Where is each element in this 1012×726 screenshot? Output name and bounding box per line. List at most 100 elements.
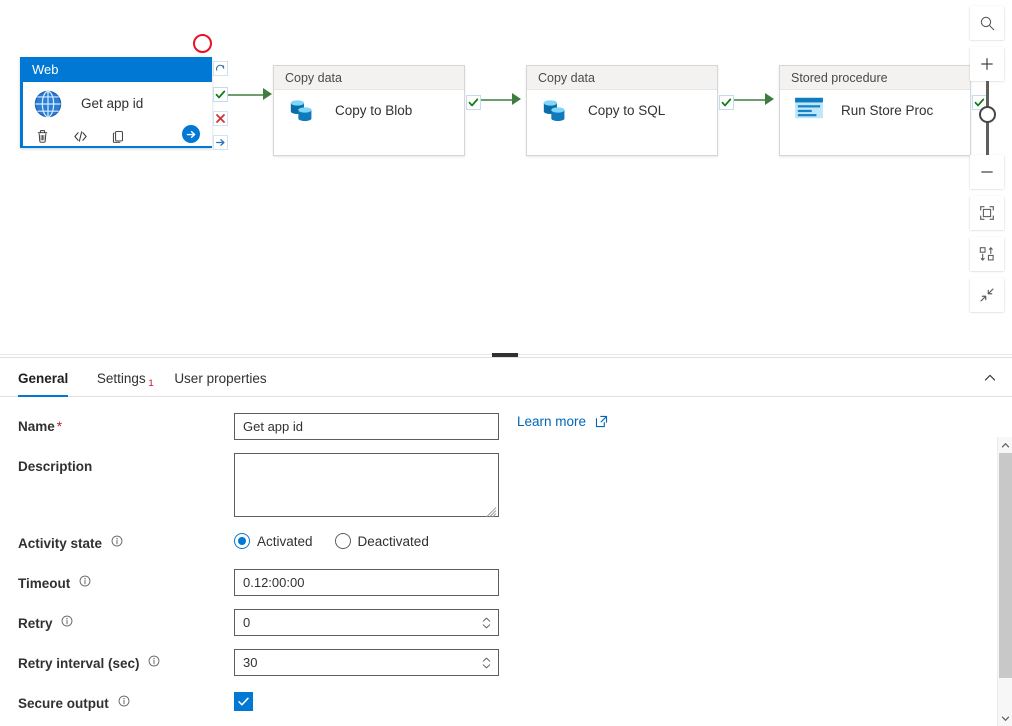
activity-card-run-store-proc[interactable]: Stored procedure Run Store Proc [779,65,971,156]
general-tab-form: Name* Learn more [0,397,1012,726]
stored-procedure-icon [793,95,827,125]
anchor-success[interactable] [466,95,481,110]
info-icon[interactable] [61,615,73,627]
radio-activated[interactable]: Activated [234,533,313,549]
field-row-activity-state: Activity state Activated Deactivated [0,529,1012,569]
timeout-label: Timeout [18,569,234,591]
copy-data-icon [540,95,574,125]
retry-label: Retry [18,609,234,631]
zoom-slider[interactable] [970,81,1004,155]
scrollbar-thumb[interactable] [999,453,1012,678]
activity-name: Get app id [81,96,144,111]
timeout-input[interactable] [234,569,499,596]
fit-to-screen-button[interactable] [970,196,1004,230]
activity-type-label: Copy data [274,66,464,90]
zoom-in-button[interactable] [970,47,1004,81]
field-row-description: Description [0,453,1012,529]
delete-icon[interactable] [34,128,51,145]
canvas-toolbar [970,6,1004,319]
retry-label-text: Retry [18,616,53,631]
retry-interval-label: Retry interval (sec) [18,649,234,671]
radio-deactivated-indicator [334,533,351,549]
connector-arrow-2 [512,93,521,105]
connector-arrow-3 [765,93,774,105]
activity-card-copy-to-blob[interactable]: Copy data Copy to Blob [273,65,465,156]
tab-settings[interactable]: Settings 1 [96,358,154,397]
anchor-success[interactable] [719,95,734,110]
tab-settings-label: Settings [96,371,146,386]
activity-properties-panel: General Settings 1 User properties Name * [0,358,1012,726]
description-control [234,453,499,520]
name-label: Name * [18,413,234,434]
activity-body: Get app id [20,82,212,125]
open-activity-button[interactable] [182,125,200,143]
anchor-completion[interactable] [213,135,228,150]
auto-align-button[interactable] [970,237,1004,271]
zoom-control-group [970,47,1004,189]
tab-general-label: General [18,371,69,386]
clone-icon[interactable] [110,128,127,145]
field-row-timeout: Timeout [0,569,1012,609]
external-link-icon [595,415,608,431]
properties-scrollbar[interactable] [997,437,1012,726]
radio-deactivated-label: Deactivated [357,533,429,549]
secure-output-label: Secure output [18,689,234,711]
info-icon[interactable] [111,535,123,547]
retry-stepper[interactable] [480,613,493,633]
required-marker: * [56,419,63,434]
anchor-success[interactable] [213,87,228,102]
chevron-up-icon[interactable] [980,368,1000,388]
activity-body: Run Store Proc [780,90,970,130]
field-row-retry: Retry [0,609,1012,649]
retry-interval-control [234,649,499,676]
radio-deactivated[interactable]: Deactivated [334,533,429,549]
pipeline-canvas[interactable]: Web Get app id Copy data Copy to Blob Co… [0,0,1012,351]
field-row-secure-output: Secure output [0,689,1012,726]
retry-input[interactable] [234,609,499,636]
info-icon[interactable] [118,695,130,707]
connector-line-1 [228,94,266,96]
connector-line-3 [734,99,767,101]
secure-output-control [234,689,253,711]
timeout-label-text: Timeout [18,576,71,591]
copy-data-icon [287,95,321,125]
properties-tabbar: General Settings 1 User properties [0,358,1012,397]
activity-name: Run Store Proc [841,102,934,118]
name-input[interactable] [234,413,499,440]
panel-splitter[interactable] [0,351,1012,358]
tab-user-properties[interactable]: User properties [174,358,266,397]
retry-interval-input[interactable] [234,649,499,676]
activity-state-label: Activity state [18,529,234,551]
activity-card-copy-to-sql[interactable]: Copy data Copy to SQL [526,65,718,156]
info-icon[interactable] [148,655,160,667]
activity-body: Copy to Blob [274,90,464,130]
name-control: Learn more [234,413,607,440]
anchor-skip[interactable] [213,61,228,76]
description-label: Description [18,459,93,474]
code-icon[interactable] [72,128,89,145]
field-row-retry-interval: Retry interval (sec) [0,649,1012,689]
learn-more-label: Learn more [517,414,587,429]
retry-interval-stepper[interactable] [480,653,493,673]
zoom-search-button[interactable] [970,6,1004,40]
description-textarea[interactable] [234,453,499,517]
radio-activated-label: Activated [257,533,313,549]
scroll-up-arrow-icon[interactable] [998,437,1012,453]
retry-interval-label-text: Retry interval (sec) [18,656,140,671]
collapse-diagonal-button[interactable] [970,278,1004,312]
activity-card-web[interactable]: Web Get app id [20,57,212,148]
pipeline-editor: Web Get app id Copy data Copy to Blob Co… [0,0,1012,726]
info-icon[interactable] [79,575,91,587]
connector-line-2 [481,99,514,101]
field-row-name: Name* Learn more [0,413,1012,453]
learn-more-link[interactable]: Learn more [517,414,608,431]
timeout-control [234,569,499,596]
zoom-slider-thumb[interactable] [979,106,996,123]
anchor-failure[interactable] [213,111,228,126]
tab-general[interactable]: General [18,358,69,397]
connector-arrow-1 [263,88,272,100]
splitter-drag-handle[interactable] [492,353,518,357]
secure-output-checkbox[interactable] [234,692,253,711]
scroll-down-arrow-icon[interactable] [998,710,1012,726]
zoom-out-button[interactable] [970,155,1004,189]
